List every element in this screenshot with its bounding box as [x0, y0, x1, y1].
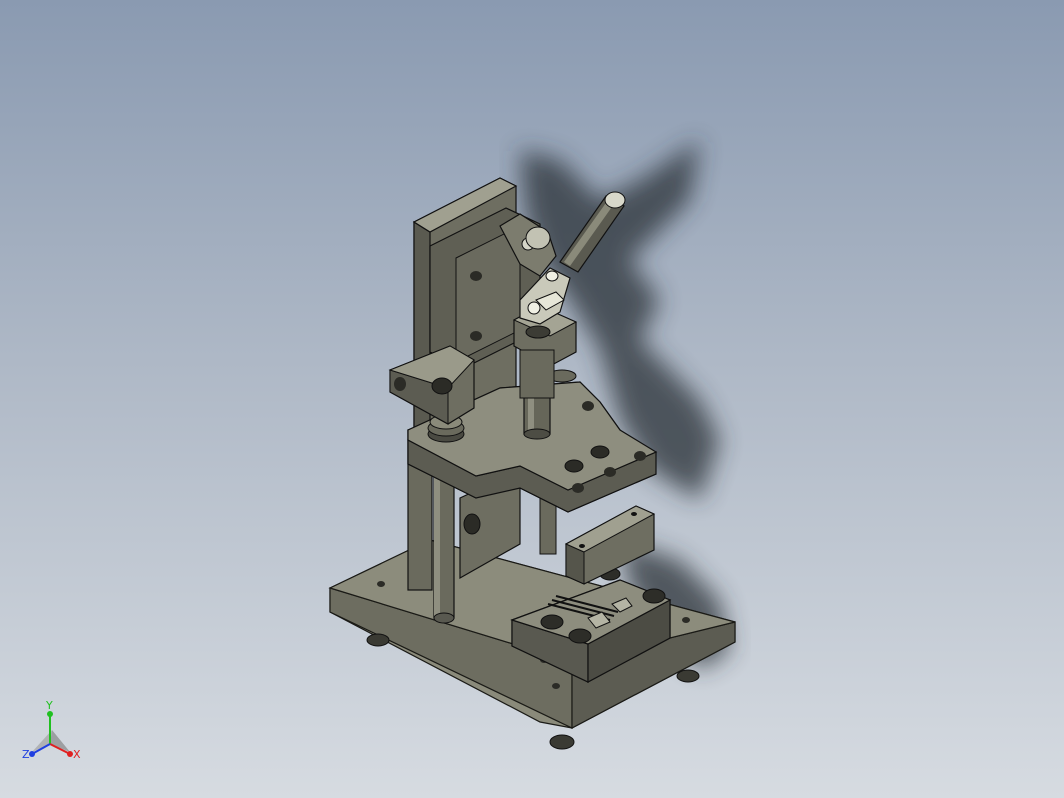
left-collar-block[interactable]	[388, 345, 475, 425]
triad-y-label: Y	[46, 699, 53, 712]
graphics-viewport[interactable]: Y X Z	[0, 0, 1064, 798]
press-fixture-model[interactable]	[0, 0, 1064, 798]
triad-x-label: X	[73, 748, 81, 761]
triad-z-label: Z	[22, 748, 30, 761]
orientation-triad[interactable]: Y X Z	[18, 700, 88, 770]
